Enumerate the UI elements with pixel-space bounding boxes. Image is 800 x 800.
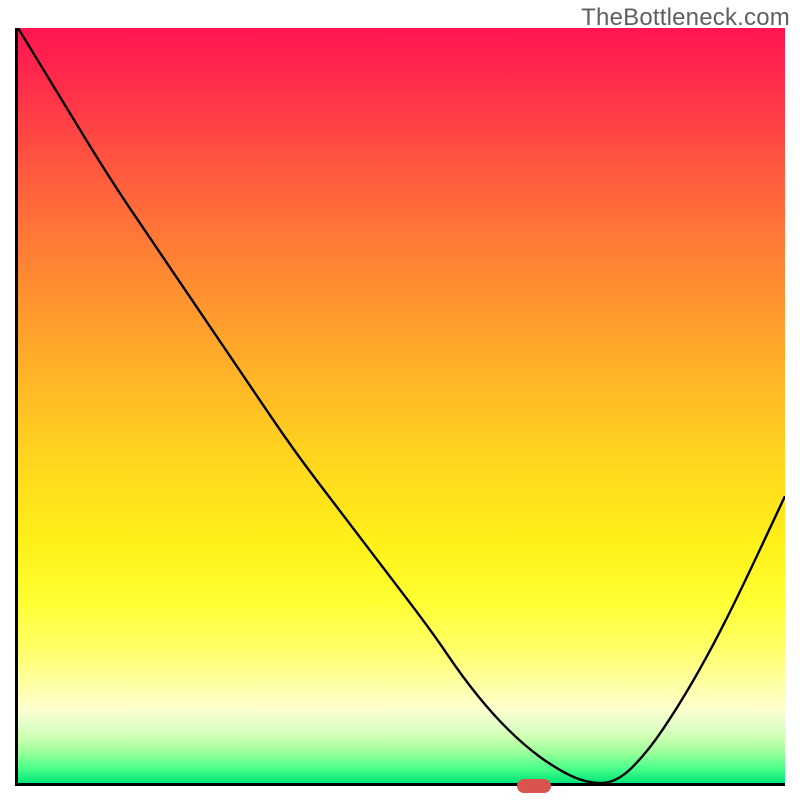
optimal-point-marker — [517, 779, 551, 793]
bottleneck-curve-line — [18, 28, 785, 783]
plot-area — [15, 28, 785, 786]
chart-container: TheBottleneck.com — [0, 0, 800, 800]
